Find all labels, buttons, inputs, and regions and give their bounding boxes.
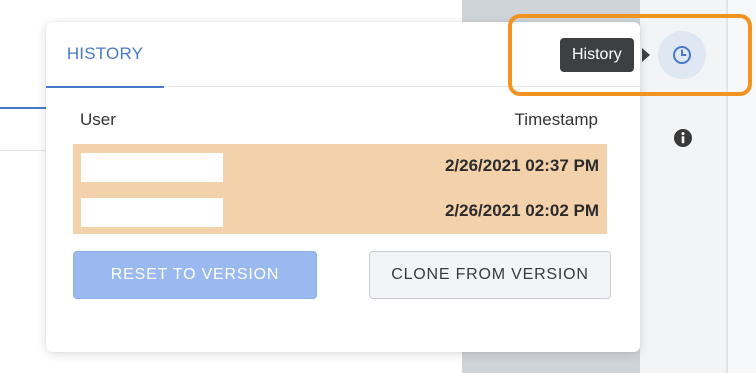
history-row[interactable]: 2/26/2021 02:37 PM	[73, 144, 607, 189]
info-icon[interactable]	[672, 127, 694, 149]
background-tab-indicator	[0, 107, 48, 109]
history-row[interactable]: 2/26/2021 02:02 PM	[73, 189, 607, 234]
user-name-redacted	[81, 153, 223, 182]
tab-history[interactable]: HISTORY	[46, 22, 164, 88]
clone-from-version-button[interactable]: CLONE FROM VERSION	[369, 251, 611, 299]
column-header-timestamp: Timestamp	[514, 110, 598, 129]
callout-highlight	[508, 14, 752, 96]
user-name-redacted	[81, 198, 223, 227]
history-list: 2/26/2021 02:37 PM 2/26/2021 02:02 PM	[73, 144, 607, 234]
row-timestamp: 2/26/2021 02:37 PM	[444, 156, 599, 175]
row-timestamp: 2/26/2021 02:02 PM	[444, 201, 599, 220]
reset-to-version-button[interactable]: RESET TO VERSION	[73, 251, 317, 299]
column-header-user: User	[80, 110, 116, 129]
